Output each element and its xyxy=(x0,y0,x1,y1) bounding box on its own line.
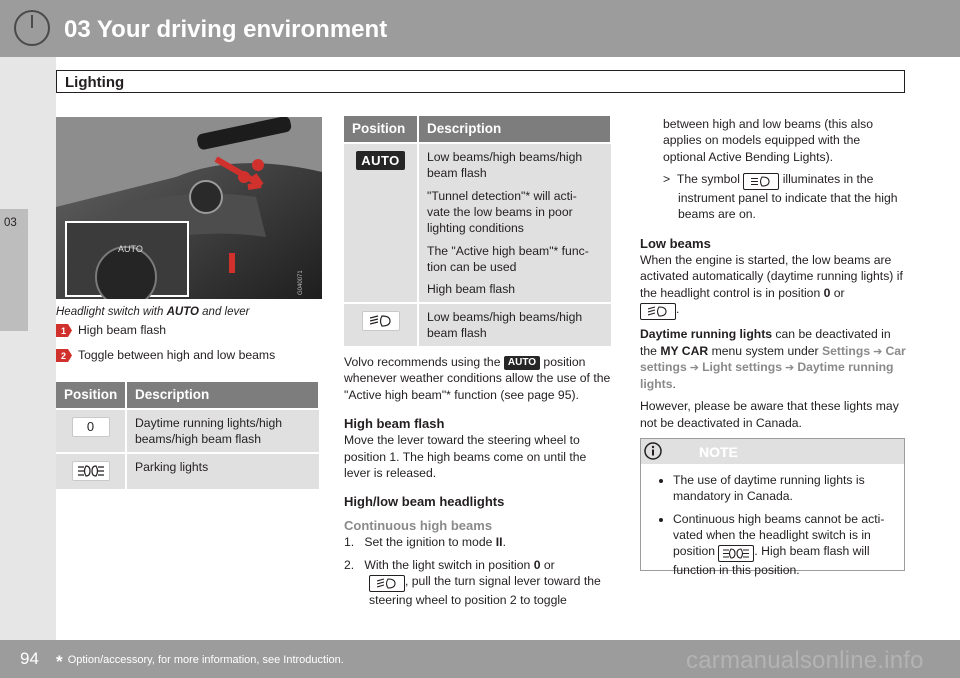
table-header: Position xyxy=(344,116,419,144)
callout-2: 2 Toggle between high and low beams xyxy=(56,347,275,363)
high-beam-flash-heading: High beam flash xyxy=(344,416,445,432)
symbol-bullet: > The symbol illuminates in the instrume… xyxy=(663,172,898,222)
table-cell: Parking lights xyxy=(126,451,319,489)
position-zero-symbol: 0 xyxy=(71,417,110,438)
drl-paragraph: Daytime running lights can be deactivate… xyxy=(640,327,906,391)
page-number: 94 xyxy=(20,649,39,668)
continuous-heading: Continuous high beams xyxy=(344,517,493,533)
table-cell: Daytime running lights/high beams/high b… xyxy=(126,408,319,453)
list-item: Continuous high beams cannot be acti- va… xyxy=(673,511,896,579)
watermark: carmanualsonline.info xyxy=(686,647,924,674)
table-cell: Low beams/high beams/high beam flash "Tu… xyxy=(418,142,611,303)
right-column: between high and low beams (this also ap… xyxy=(640,116,906,437)
section-bar: Lighting xyxy=(56,70,905,93)
low-beam-icon xyxy=(369,574,405,592)
low-beam-icon xyxy=(640,303,676,321)
note-title: NOTE xyxy=(699,444,738,460)
table-cell: Low beams/high beams/high beam flash xyxy=(418,301,611,346)
high-beam-indicator-icon xyxy=(743,173,780,191)
headlight-switch-illustration: AUTO G040071 xyxy=(56,117,322,299)
step-2: 2. With the light switch in position 0 o… xyxy=(344,557,601,607)
chapter-number: 03 xyxy=(4,217,17,229)
svg-text:1: 1 xyxy=(61,326,66,336)
callout-text: Toggle between high and low beams xyxy=(78,348,276,362)
high-beam-flash-text: Move the lever toward the steering wheel… xyxy=(344,433,587,481)
middle-column: Volvo recommends using the AUTO position… xyxy=(344,354,614,614)
footnote: * Option/accessory, for more information… xyxy=(56,652,344,671)
callout-marker: 2 xyxy=(56,348,72,362)
auto-inline-symbol: AUTO xyxy=(503,356,541,370)
callout-1: 1 High beam flash xyxy=(56,322,166,338)
low-beam-icon xyxy=(361,310,400,331)
chapter-sidebar xyxy=(0,57,56,640)
section-title: Lighting xyxy=(65,74,125,91)
list-item: The use of daytime running lights is man… xyxy=(673,472,896,505)
headlight-switch-photo: AUTO G040071 xyxy=(56,117,322,299)
auto-symbol: AUTO xyxy=(356,151,405,171)
table-row: AUTO Low beams/high beams/high beam flas… xyxy=(344,142,611,303)
step-1: 1. Set the ignition to mode II. xyxy=(344,535,506,550)
high-low-heading: High/low beam headlights xyxy=(344,494,505,510)
table-row: Low beams/high beams/high beam flash xyxy=(344,301,611,346)
table-header: Position xyxy=(56,382,127,410)
speedometer-icon xyxy=(14,10,50,46)
callout-text: High beam flash xyxy=(78,323,167,337)
parking-lights-icon xyxy=(718,545,755,563)
chapter-title: 03 Your driving environment xyxy=(64,16,388,43)
low-beams-heading: Low beams xyxy=(640,235,711,251)
position-table-left: Position Description 0 Daytime running l… xyxy=(56,382,320,489)
image-code: G040071 xyxy=(298,270,304,295)
low-beams-text: When the engine is started, the low beam… xyxy=(640,252,906,321)
figure-caption: Headlight switch with AUTO and lever xyxy=(56,306,250,318)
svg-text:2: 2 xyxy=(61,351,66,361)
callout-marker: 1 xyxy=(56,323,72,337)
position-table-right: Position Description AUTO Low beams/high… xyxy=(344,116,612,346)
info-icon xyxy=(644,442,662,460)
inset-auto-label: AUTO xyxy=(118,244,143,254)
parking-lights-icon xyxy=(71,460,110,481)
canada-paragraph: However, please be aware that these ligh… xyxy=(640,399,899,430)
note-header: NOTE xyxy=(641,439,904,464)
recommend-paragraph: Volvo recommends using the AUTO position… xyxy=(344,355,611,402)
chapter-header: 03 Your driving environment xyxy=(0,0,960,57)
page-footer: 94 * Option/accessory, for more informat… xyxy=(0,640,960,678)
continuation-paragraph: between high and low beams (this also ap… xyxy=(663,117,874,164)
note-box: NOTE The use of daytime running lights i… xyxy=(640,438,905,577)
table-row: 0 Daytime running lights/high beams/high… xyxy=(56,408,319,453)
table-header: Description xyxy=(126,382,320,410)
table-header: Description xyxy=(418,116,612,144)
note-list: The use of daytime running lights is man… xyxy=(641,472,896,579)
table-row: Parking lights xyxy=(56,451,319,489)
